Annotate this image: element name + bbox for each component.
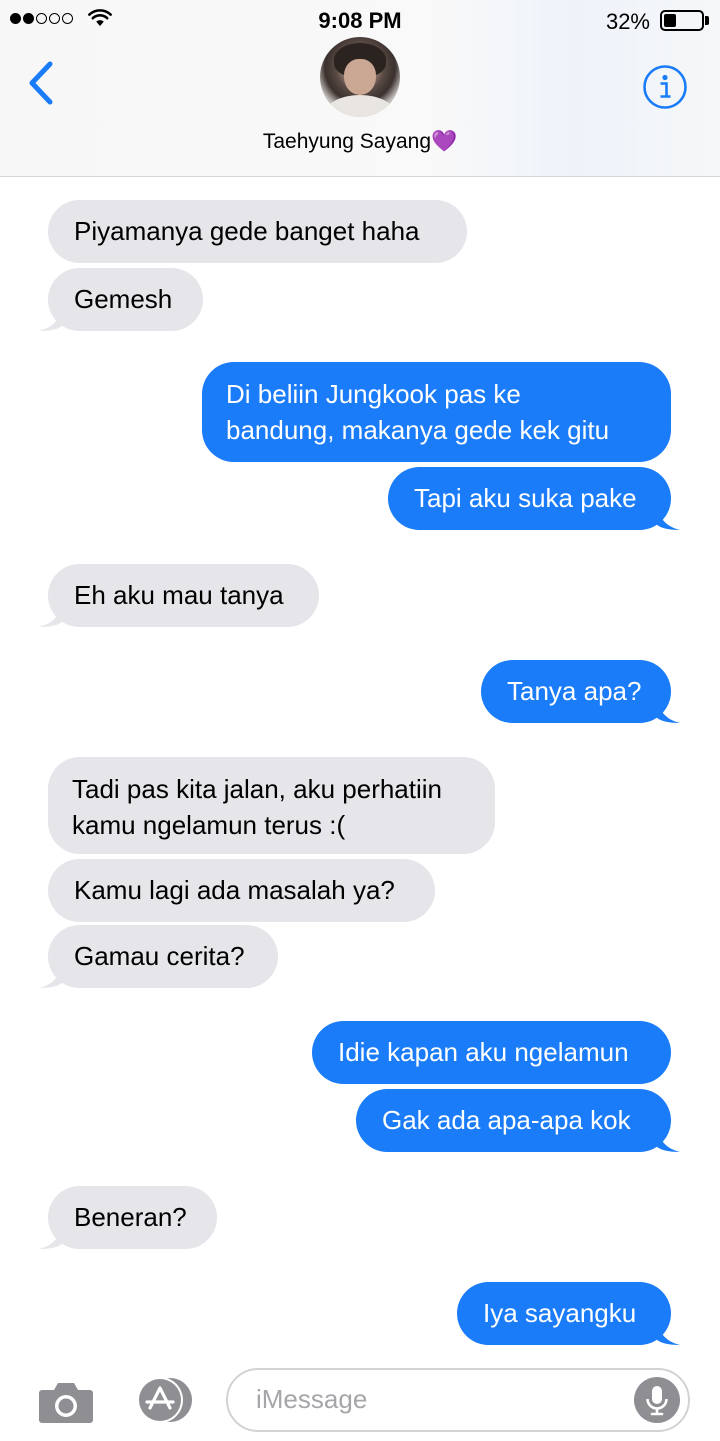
- outgoing-bubble-tail: [656, 697, 680, 723]
- battery-tip: [705, 16, 709, 25]
- conversation-header: 9:08 PM 32% Taehyung Sayang💜: [0, 0, 720, 177]
- message-text-line: Tanya apa?: [507, 676, 642, 706]
- message-text-line: Gamau cerita?: [74, 941, 245, 971]
- outgoing-message-bubble[interactable]: Idie kapan aku ngelamun: [312, 1021, 671, 1084]
- incoming-bubble-tail: [39, 601, 63, 627]
- contact-name[interactable]: Taehyung Sayang💜: [0, 130, 720, 154]
- camera-icon[interactable]: [38, 1378, 94, 1424]
- message-input[interactable]: iMessage: [226, 1368, 690, 1432]
- message-text-line: Idie kapan aku ngelamun: [338, 1037, 629, 1067]
- outgoing-bubble-tail: [656, 504, 680, 530]
- outgoing-message-bubble[interactable]: Tapi aku suka pake: [388, 467, 671, 530]
- outgoing-message-bubble[interactable]: Di beliin Jungkook pas ke bandung, makany…: [202, 362, 671, 462]
- outgoing-bubble-tail: [656, 1319, 680, 1345]
- microphone-icon: [646, 1386, 668, 1416]
- app-store-icon[interactable]: [130, 1376, 198, 1424]
- incoming-message-bubble[interactable]: Eh aku mau tanya: [48, 564, 319, 627]
- battery-icon: [660, 10, 704, 31]
- message-text-line: bandung, makanya gede kek gitu: [226, 415, 610, 445]
- outgoing-message-bubble[interactable]: Iya sayangku: [457, 1282, 671, 1345]
- status-bar: 9:08 PM 32%: [0, 0, 720, 40]
- message-text-line: Tapi aku suka pake: [414, 483, 637, 513]
- contact-avatar[interactable]: [320, 37, 400, 117]
- microphone-button[interactable]: [634, 1377, 680, 1423]
- battery-percentage: 32%: [605, 9, 650, 34]
- outgoing-bubble-tail: [656, 1126, 680, 1152]
- outgoing-message-bubble[interactable]: Tanya apa?: [481, 660, 671, 723]
- message-text-line: kamu ngelamun terus :(: [72, 810, 346, 840]
- incoming-message-bubble[interactable]: Tadi pas kita jalan, aku perhatiin kamu n…: [48, 757, 495, 854]
- message-text-line: Piyamanya gede banget haha: [74, 216, 420, 246]
- incoming-bubble-tail: [39, 1223, 63, 1249]
- message-input-placeholder: iMessage: [256, 1384, 368, 1414]
- message-text-line: Eh aku mau tanya: [74, 580, 284, 610]
- message-text-line: Di beliin Jungkook pas ke: [226, 379, 521, 409]
- message-text-line: Iya sayangku: [483, 1298, 637, 1328]
- message-text-line: Gemesh: [74, 284, 173, 314]
- incoming-message-bubble[interactable]: Kamu lagi ada masalah ya?: [48, 859, 435, 922]
- message-text-line: Tadi pas kita jalan, aku perhatiin: [72, 774, 443, 804]
- incoming-message-bubble[interactable]: Gemesh: [48, 268, 203, 331]
- incoming-message-bubble[interactable]: Beneran?: [48, 1186, 217, 1249]
- message-text-line: Kamu lagi ada masalah ya?: [74, 875, 395, 905]
- back-button[interactable]: [26, 60, 56, 106]
- info-button[interactable]: [642, 64, 688, 110]
- incoming-message-bubble[interactable]: Piyamanya gede banget haha: [48, 200, 467, 263]
- outgoing-message-bubble[interactable]: Gak ada apa-apa kok: [356, 1089, 671, 1152]
- incoming-message-bubble[interactable]: Gamau cerita?: [48, 925, 278, 988]
- incoming-bubble-tail: [39, 962, 63, 988]
- incoming-bubble-tail: [39, 305, 63, 331]
- message-text-line: Gak ada apa-apa kok: [382, 1105, 631, 1135]
- message-text-line: Beneran?: [74, 1202, 187, 1232]
